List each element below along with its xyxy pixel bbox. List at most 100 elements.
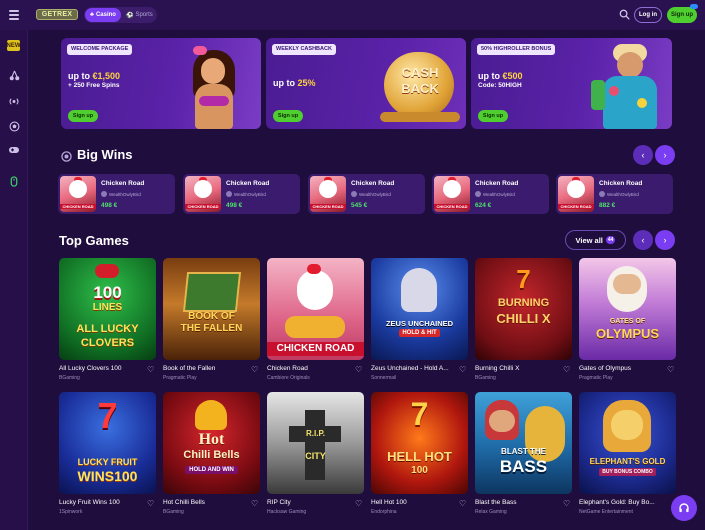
game-art: GATES OF OLYMPUS <box>579 258 676 360</box>
product-switcher: ♣ Casino ⚽ Sports <box>84 7 157 23</box>
site-logo[interactable]: GETREX <box>36 9 78 20</box>
view-all-label: View all <box>575 235 603 245</box>
win-user: WealthOwlyBird <box>599 191 639 197</box>
heart-icon[interactable]: ♡ <box>147 499 154 508</box>
game-title: Chicken Road <box>267 365 308 372</box>
avatar <box>101 191 107 197</box>
game-title: Lucky Fruit Wins 100 <box>59 499 120 506</box>
win-user: WealthOwlyBird <box>475 191 515 197</box>
heart-icon[interactable]: ♡ <box>355 365 362 374</box>
game-art: CHICKEN ROAD <box>267 258 364 360</box>
signup-button[interactable]: Sign up <box>667 7 697 23</box>
new-badge-icon[interactable]: NEW <box>7 40 21 51</box>
avatar <box>475 191 481 197</box>
promo-title: up to €1,500 <box>68 71 121 81</box>
game-title: Elephant's Gold: Buy Bo... <box>579 499 655 506</box>
game-provider: Cambiore Originals <box>267 375 310 381</box>
win-game-name: Chicken Road <box>599 180 643 187</box>
promo-character-illustration <box>179 44 259 129</box>
game-provider: Relax Gaming <box>475 509 507 515</box>
promo-subtitle: + 250 Free Spins <box>68 82 120 89</box>
promo-title: up to 25% <box>273 78 316 88</box>
headset-icon <box>679 503 689 513</box>
avatar <box>226 191 232 197</box>
game-art: 7 LUCKY FRUIT WINS100 <box>59 392 156 494</box>
promo-highroller[interactable]: 50% HIGHROLLER BONUS up to €500 Code: 50… <box>471 38 672 129</box>
soccer-icon[interactable] <box>7 119 21 133</box>
heart-icon[interactable]: ♡ <box>459 365 466 374</box>
cherry-icon[interactable] <box>7 68 21 82</box>
support-icon[interactable] <box>7 174 21 188</box>
big-wins-prev-button[interactable]: ‹ <box>633 145 653 165</box>
big-win-card[interactable]: CHICKEN ROAD Chicken Road WealthOwlyBird… <box>308 174 425 214</box>
tab-sports[interactable]: ⚽ Sports <box>121 8 158 22</box>
top-games-next-button[interactable]: › <box>655 230 675 250</box>
game-title: RIP City <box>267 499 291 506</box>
win-user: WealthOwlyBird <box>351 191 391 197</box>
game-provider: BGaming <box>59 375 80 381</box>
game-thumbnail: CHICKEN ROAD <box>434 176 470 212</box>
promo-signup-button[interactable]: Sign up <box>478 110 508 122</box>
notification-dot <box>690 4 698 9</box>
game-art: 7 HELL HOT 100 <box>371 392 468 494</box>
chat-button[interactable] <box>671 495 697 521</box>
big-wins-icon <box>61 149 72 162</box>
sports-icon: ⚽ <box>125 12 134 19</box>
game-art: 100 LINES ALL LUCKY CLOVERS <box>59 258 156 360</box>
game-art: BOOK OF THE FALLEN <box>163 258 260 360</box>
big-win-card[interactable]: CHICKEN ROAD Chicken Road WealthOwlyBird… <box>556 174 673 214</box>
win-amount: 882 € <box>599 202 616 209</box>
game-provider: Sonnermail <box>371 375 397 381</box>
game-art: Hot Chilli Bells HOLD AND WIN <box>163 392 260 494</box>
top-games-prev-button[interactable]: ‹ <box>633 230 653 250</box>
promo-cashback[interactable]: WEEKLY CASHBACK up to 25% Sign up CASH B… <box>266 38 466 129</box>
heart-icon[interactable]: ♡ <box>147 365 154 374</box>
win-amount: 624 € <box>475 202 492 209</box>
game-art: BLAST THE BASS <box>475 392 572 494</box>
big-win-card[interactable]: CHICKEN ROAD Chicken Road WealthOwlyBird… <box>58 174 175 214</box>
menu-icon[interactable] <box>9 10 19 20</box>
game-thumbnail: CHICKEN ROAD <box>558 176 594 212</box>
win-amount: 498 € <box>226 202 243 209</box>
game-art: ZEUS UNCHAINED HOLD & HIT <box>371 258 468 360</box>
win-amount: 498 € <box>101 202 118 209</box>
heart-icon[interactable]: ♡ <box>667 365 674 374</box>
big-win-card[interactable]: CHICKEN ROAD Chicken Road WealthOwlyBird… <box>183 174 300 214</box>
game-art: R.I.P. CITY <box>267 392 364 494</box>
tab-sports-label: Sports <box>135 12 153 18</box>
gamepad-icon[interactable] <box>7 143 21 157</box>
search-icon[interactable] <box>619 9 630 20</box>
win-user: WealthOwlyBird <box>226 191 266 197</box>
avatar <box>599 191 605 197</box>
heart-icon[interactable]: ♡ <box>251 499 258 508</box>
promo-tag: WELCOME PACKAGE <box>67 44 133 55</box>
game-title: Book of the Fallen <box>163 365 216 372</box>
heart-icon[interactable]: ♡ <box>251 365 258 374</box>
login-button[interactable]: Log in <box>634 7 662 23</box>
game-title: Hell Hot 100 <box>371 499 407 506</box>
game-thumbnail: CHICKEN ROAD <box>310 176 346 212</box>
tab-casino[interactable]: ♣ Casino <box>85 8 121 22</box>
promo-character-illustration <box>589 42 671 129</box>
heart-icon[interactable]: ♡ <box>563 365 570 374</box>
game-provider: BGaming <box>475 375 496 381</box>
game-thumbnail: CHICKEN ROAD <box>185 176 221 212</box>
game-provider: Endorphina <box>371 509 397 515</box>
promo-welcome[interactable]: WELCOME PACKAGE up to €1,500 + 250 Free … <box>61 38 261 129</box>
heart-icon[interactable]: ♡ <box>563 499 570 508</box>
game-art: ELEPHANT'S GOLD BUY BONUS COMBO <box>579 392 676 494</box>
game-provider: 1Spinwork <box>59 509 83 515</box>
promo-signup-button[interactable]: Sign up <box>68 110 98 122</box>
promo-signup-button[interactable]: Sign up <box>273 110 303 122</box>
game-provider: Pragmatic Play <box>163 375 197 381</box>
big-win-card[interactable]: CHICKEN ROAD Chicken Road WealthOwlyBird… <box>432 174 549 214</box>
casino-icon: ♣ <box>90 12 94 18</box>
live-icon[interactable] <box>7 94 21 108</box>
cashback-art-text: CASH <box>401 65 439 80</box>
game-title: All Lucky Clovers 100 <box>59 365 122 372</box>
view-all-button[interactable]: View all 44 <box>565 230 626 250</box>
heart-icon[interactable]: ♡ <box>459 499 466 508</box>
big-wins-next-button[interactable]: › <box>655 145 675 165</box>
heart-icon[interactable]: ♡ <box>355 499 362 508</box>
game-title: Blast the Bass <box>475 499 517 506</box>
